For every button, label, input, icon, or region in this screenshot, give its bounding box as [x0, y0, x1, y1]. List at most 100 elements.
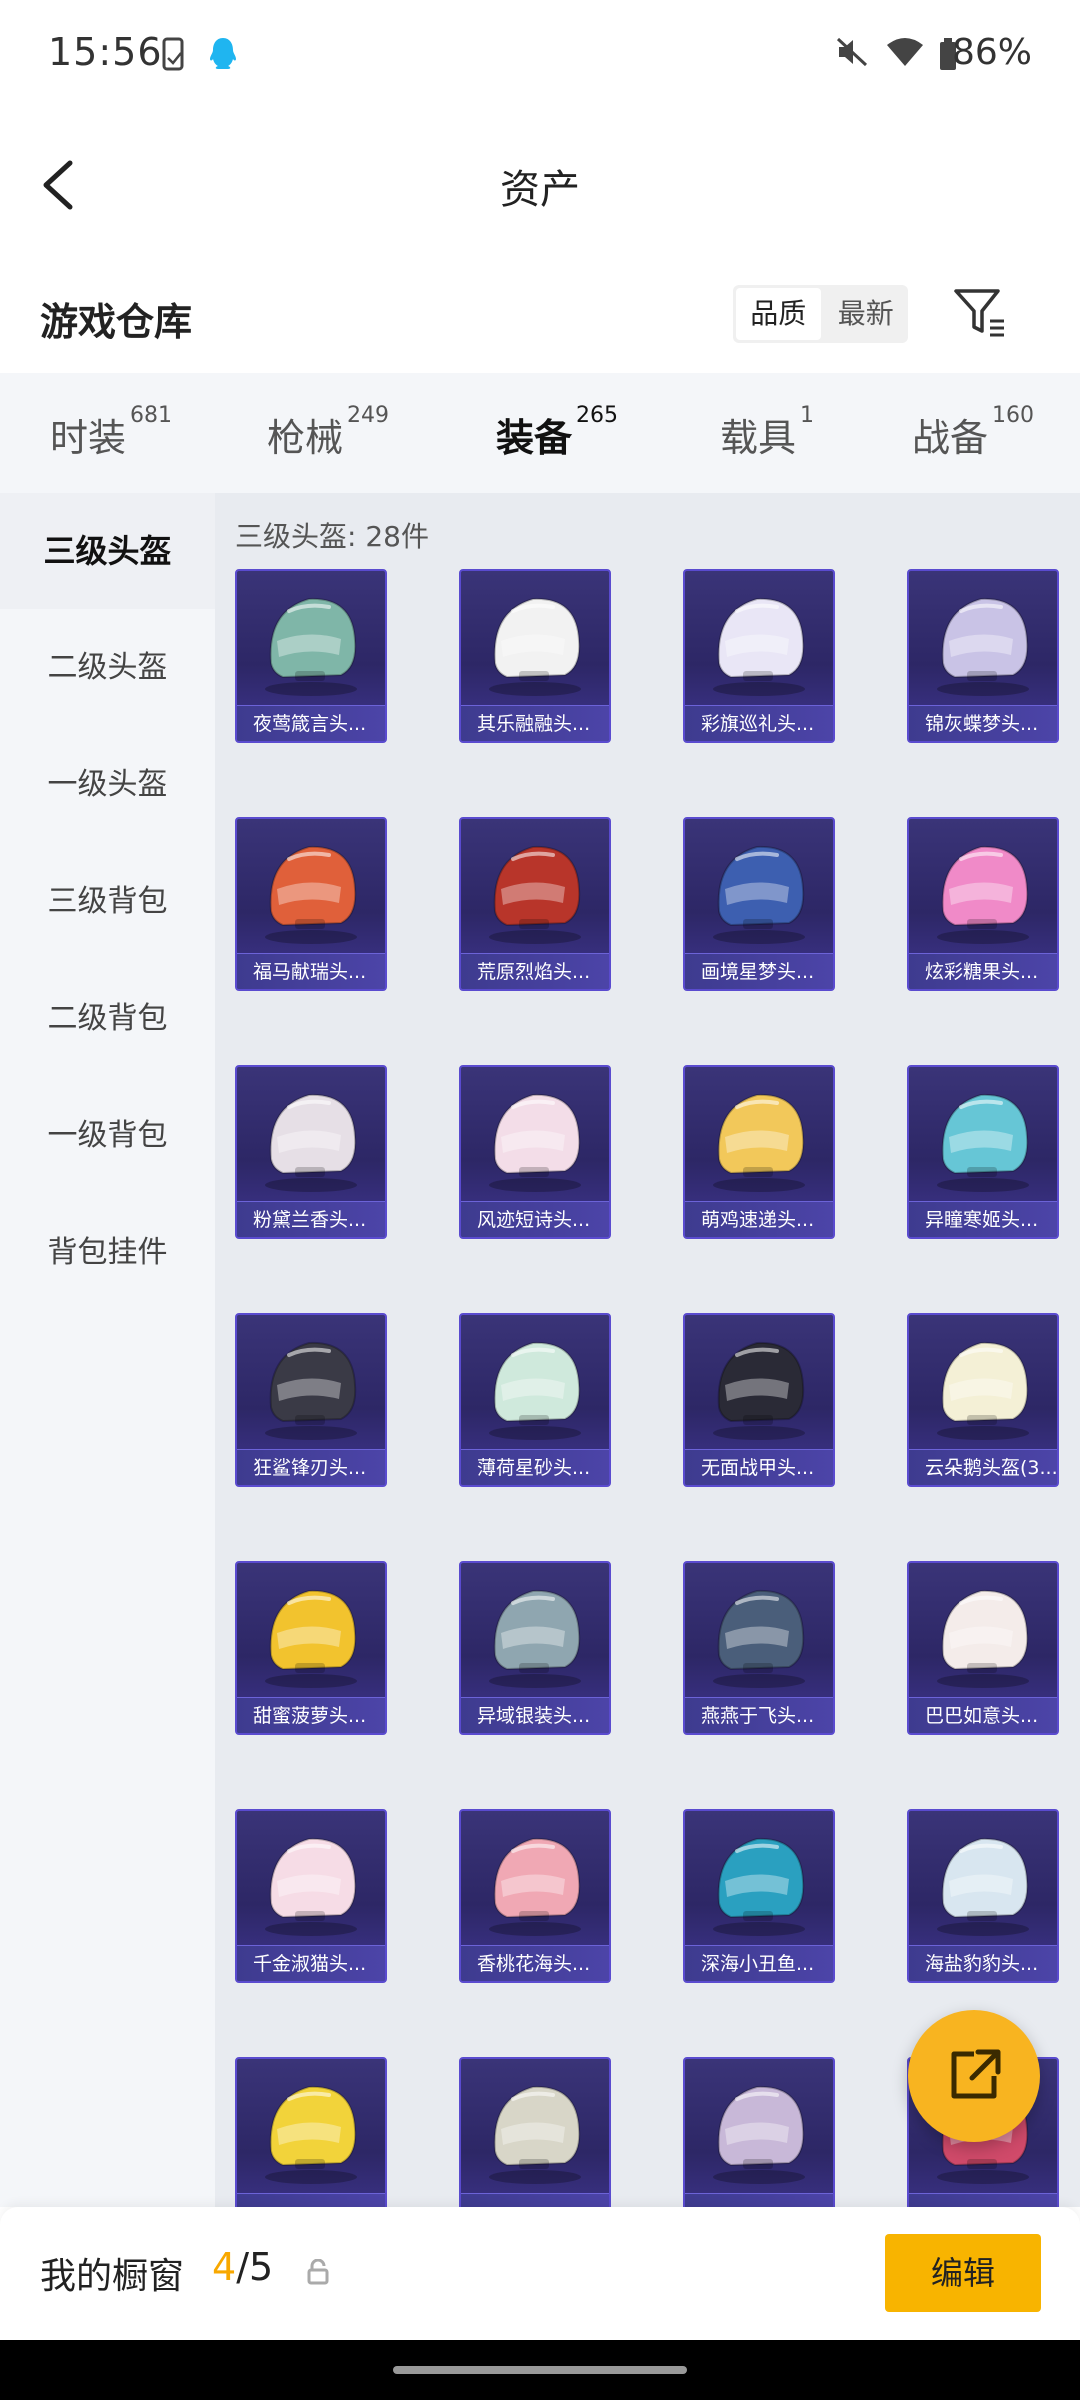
category-tabs: 时装681 枪械249 装备265 载具1 战备160 — [0, 373, 1080, 505]
helmet-image — [265, 2085, 357, 2184]
helmet-item-name: 其乐融融头... — [461, 705, 609, 741]
page-header: 资产 — [0, 115, 1080, 255]
helmet-item-card[interactable]: 无面战甲头... — [683, 1313, 835, 1487]
helmet-image — [713, 2085, 805, 2184]
helmet-item-name: 燕燕于飞头... — [685, 1697, 833, 1733]
helmet-item-name: 狂鲨锋刃头... — [237, 1449, 385, 1485]
helmet-image — [713, 597, 805, 696]
helmet-item-card[interactable]: 画境星梦头... — [683, 817, 835, 991]
sidebar-item-level1-helmet[interactable]: 一级头盔 — [0, 727, 215, 843]
helmet-item-name — [909, 2193, 1057, 2207]
helmet-item-card[interactable] — [459, 2057, 611, 2207]
helmet-item-card[interactable]: 荒原烈焰头... — [459, 817, 611, 991]
status-bar: 15:56 86% — [0, 0, 1080, 115]
helmet-item-card[interactable]: 深海小丑鱼... — [683, 1809, 835, 1983]
helmet-item-card[interactable]: 海盐豹豹头... — [907, 1809, 1059, 1983]
helmet-item-name: 千金淑猫头... — [237, 1945, 385, 1981]
helmet-image — [713, 1093, 805, 1192]
external-link-icon — [951, 2049, 1001, 2099]
helmet-item-card[interactable]: 粉黛兰香头... — [235, 1065, 387, 1239]
tab-weapons[interactable]: 枪械249 — [267, 403, 389, 462]
helmet-item-card[interactable] — [683, 2057, 835, 2207]
helmet-item-name: 巴巴如意头... — [909, 1697, 1057, 1733]
lock-icon — [307, 2259, 329, 2285]
helmet-image — [937, 1093, 1029, 1192]
subcategory-sidebar: 三级头盔 二级头盔 一级头盔 三级背包 二级背包 一级背包 背包挂件 — [0, 493, 215, 2207]
status-time: 15:56 — [48, 30, 163, 74]
sidebar-item-backpack-charm[interactable]: 背包挂件 — [0, 1195, 215, 1311]
helmet-item-card[interactable]: 千金淑猫头... — [235, 1809, 387, 1983]
warehouse-row: 游戏仓库 品质 最新 — [0, 255, 1080, 373]
helmet-item-name — [237, 2193, 385, 2207]
helmet-item-name: 画境星梦头... — [685, 953, 833, 989]
home-gesture-handle[interactable] — [393, 2366, 687, 2374]
helmet-item-card[interactable] — [235, 2057, 387, 2207]
sort-quality-button[interactable]: 品质 — [736, 288, 821, 340]
screen-rotate-icon — [162, 37, 184, 71]
helmet-image — [713, 1589, 805, 1688]
tab-fashion[interactable]: 时装681 — [50, 403, 172, 462]
helmet-item-name: 粉黛兰香头... — [237, 1201, 385, 1237]
mute-icon — [836, 37, 868, 67]
wifi-icon — [887, 38, 923, 66]
helmet-image — [489, 1589, 581, 1688]
helmet-item-card[interactable]: 狂鲨锋刃头... — [235, 1313, 387, 1487]
helmet-image — [265, 1837, 357, 1936]
sidebar-item-level2-backpack[interactable]: 二级背包 — [0, 961, 215, 1077]
helmet-item-card[interactable]: 异瞳寒姬头... — [907, 1065, 1059, 1239]
item-grid-panel: 三级头盔: 28件 夜莺箴言头... 其乐融融头... 彩旗巡礼头... 锦灰蝶梦头.… — [215, 493, 1080, 2207]
helmet-item-card[interactable]: 彩旗巡礼头... — [683, 569, 835, 743]
showcase-bar: 我的橱窗 4/5 编辑 — [0, 2207, 1080, 2340]
helmet-item-card[interactable]: 甜蜜菠萝头... — [235, 1561, 387, 1735]
helmet-item-name: 萌鸡速递头... — [685, 1201, 833, 1237]
tab-supplies[interactable]: 战备160 — [912, 403, 1034, 462]
helmet-image — [713, 845, 805, 944]
sort-newest-button[interactable]: 最新 — [824, 285, 909, 343]
helmet-item-name: 荒原烈焰头... — [461, 953, 609, 989]
share-button[interactable] — [908, 2010, 1040, 2142]
helmet-item-name: 锦灰蝶梦头... — [909, 705, 1057, 741]
helmet-item-card[interactable]: 异域银装头... — [459, 1561, 611, 1735]
assets-screen: { "status_bar": {"time": "15:56", "batte… — [0, 0, 1080, 2400]
sidebar-item-level3-helmet[interactable]: 三级头盔 — [0, 493, 215, 609]
helmet-item-name: 异域银装头... — [461, 1697, 609, 1733]
sort-segment: 品质 最新 — [733, 285, 908, 343]
helmet-item-card[interactable]: 云朵鹅头盔(3... — [907, 1313, 1059, 1487]
helmet-item-card[interactable]: 薄荷星砂头... — [459, 1313, 611, 1487]
helmet-item-name: 夜莺箴言头... — [237, 705, 385, 741]
showcase-count: 4/5 — [212, 2245, 274, 2289]
helmet-image — [937, 1837, 1029, 1936]
helmet-item-name: 风迹短诗头... — [461, 1201, 609, 1237]
helmet-item-card[interactable]: 夜莺箴言头... — [235, 569, 387, 743]
sidebar-item-level1-backpack[interactable]: 一级背包 — [0, 1078, 215, 1194]
tab-vehicles[interactable]: 载具1 — [720, 403, 814, 462]
helmet-item-name: 福马献瑞头... — [237, 953, 385, 989]
helmet-image — [265, 845, 357, 944]
helmet-item-card[interactable]: 炫彩糖果头... — [907, 817, 1059, 991]
helmet-item-name: 海盐豹豹头... — [909, 1945, 1057, 1981]
helmet-image — [489, 597, 581, 696]
edit-button[interactable]: 编辑 — [885, 2234, 1041, 2312]
helmet-item-name: 薄荷星砂头... — [461, 1449, 609, 1485]
helmet-image — [937, 1341, 1029, 1440]
helmet-item-card[interactable]: 其乐融融头... — [459, 569, 611, 743]
sidebar-item-level2-helmet[interactable]: 二级头盔 — [0, 610, 215, 726]
helmet-item-card[interactable]: 萌鸡速递头... — [683, 1065, 835, 1239]
helmet-item-card[interactable]: 香桃花海头... — [459, 1809, 611, 1983]
helmet-item-card[interactable]: 巴巴如意头... — [907, 1561, 1059, 1735]
helmet-item-card[interactable]: 燕燕于飞头... — [683, 1561, 835, 1735]
tab-equipment[interactable]: 装备265 — [496, 403, 618, 505]
helmet-image — [489, 2085, 581, 2184]
helmet-image — [265, 1589, 357, 1688]
helmet-image — [265, 597, 357, 696]
helmet-image — [713, 1837, 805, 1936]
helmet-item-card[interactable]: 锦灰蝶梦头... — [907, 569, 1059, 743]
filter-icon[interactable] — [950, 283, 1010, 343]
helmet-item-card[interactable]: 福马献瑞头... — [235, 817, 387, 991]
sidebar-item-level3-backpack[interactable]: 三级背包 — [0, 844, 215, 960]
helmet-image — [713, 1341, 805, 1440]
helmet-item-card[interactable]: 风迹短诗头... — [459, 1065, 611, 1239]
helmet-item-name: 异瞳寒姬头... — [909, 1201, 1057, 1237]
helmet-image — [265, 1093, 357, 1192]
system-nav-bar — [0, 2340, 1080, 2400]
